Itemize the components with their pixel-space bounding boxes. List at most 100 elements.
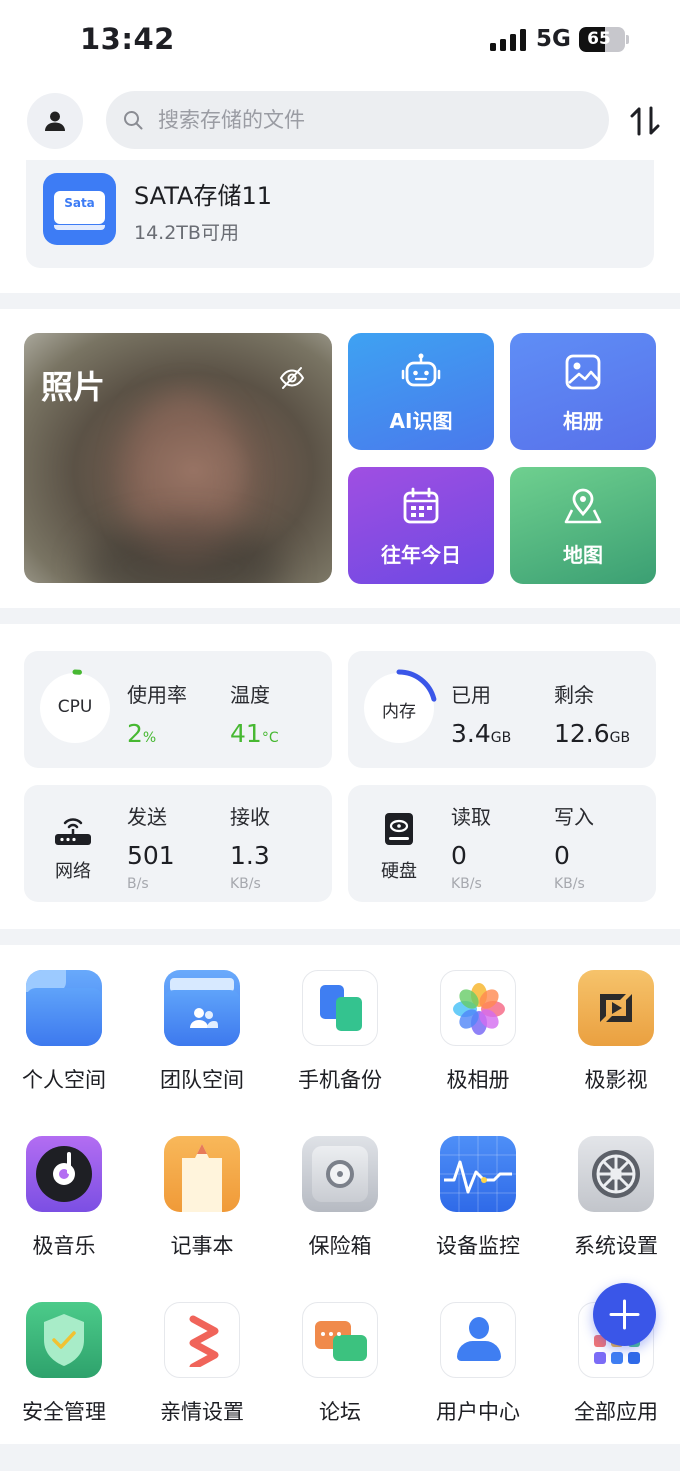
app-safe[interactable]: 保险箱	[280, 1136, 400, 1260]
app-name: 极音乐	[32, 1234, 96, 1258]
app-forum[interactable]: 论坛	[280, 1302, 400, 1426]
memory-free-unit: GB	[609, 730, 631, 746]
calendar-icon	[403, 487, 439, 524]
network-side: 网络	[52, 813, 94, 883]
memory-free-value: 12.6	[554, 719, 610, 748]
app-name: 手机备份	[298, 1068, 382, 1092]
memory-gauge: 内存	[360, 669, 438, 747]
disk-read-value: 0	[451, 841, 467, 870]
add-fab-button[interactable]	[593, 1283, 656, 1346]
status-bar: 13:42 5G 65	[0, 0, 680, 80]
app-ji-album[interactable]: 极相册	[418, 970, 538, 1094]
tile-label: 相册	[563, 409, 603, 433]
cpu-gauge: CPU	[36, 669, 114, 747]
app-user-center[interactable]: 用户中心	[418, 1302, 538, 1426]
user-icon	[440, 1302, 516, 1378]
app-name: 亲情设置	[160, 1400, 244, 1424]
cpu-usage-unit: %	[142, 730, 157, 746]
tile-label: AI识图	[389, 409, 453, 433]
notepad-icon	[164, 1136, 240, 1212]
app-ji-video[interactable]: 极影视	[556, 970, 676, 1094]
search-icon	[124, 111, 143, 130]
app-name: 用户中心	[436, 1400, 520, 1424]
app-phone-backup[interactable]: 手机备份	[280, 970, 400, 1094]
memory-free-label: 剩余	[554, 683, 594, 707]
music-icon	[26, 1136, 102, 1212]
disk-read-label: 读取	[451, 805, 491, 829]
app-name: 论坛	[319, 1400, 361, 1424]
image-icon	[565, 354, 601, 390]
memory-used-label: 已用	[451, 683, 491, 707]
disk-label: 硬盘	[381, 861, 417, 882]
tile-on-this-day[interactable]: 往年今日	[348, 467, 494, 584]
team-folder-icon	[164, 970, 240, 1046]
disk-side: 硬盘	[378, 811, 420, 883]
tile-label: 地图	[563, 543, 603, 567]
app-name: 记事本	[170, 1234, 234, 1258]
app-name: 系统设置	[574, 1234, 658, 1258]
app-personal-space[interactable]: 个人空间	[4, 970, 124, 1094]
phone-backup-icon	[302, 970, 378, 1046]
section-divider	[0, 608, 680, 624]
app-team-space[interactable]: 团队空间	[142, 970, 262, 1094]
photos-title: 照片	[41, 368, 106, 406]
disk-write-value: 0	[554, 841, 570, 870]
plus-icon	[609, 1299, 640, 1330]
storage-name: SATA存储11	[134, 182, 272, 210]
app-name: 极影视	[584, 1068, 648, 1092]
disk-read-unit: KB/s	[451, 876, 482, 892]
cpu-card[interactable]: CPU 使用率 2% 温度 41°C	[24, 651, 332, 768]
tile-map[interactable]: 地图	[510, 467, 656, 584]
network-send-value: 501	[127, 841, 175, 870]
network-send-label: 发送	[127, 805, 167, 829]
memory-card[interactable]: 内存 已用 3.4GB 剩余 12.6GB	[348, 651, 656, 768]
person-icon	[45, 111, 65, 131]
sort-icon[interactable]	[628, 104, 662, 138]
tile-ai-recognition[interactable]: AI识图	[348, 333, 494, 450]
app-family-settings[interactable]: 亲情设置	[142, 1302, 262, 1426]
network-send-unit: B/s	[127, 876, 149, 892]
app-name: 全部应用	[574, 1400, 658, 1424]
storage-card[interactable]: Sata SATA存储11 14.2TB可用	[26, 160, 654, 268]
shield-icon	[26, 1302, 102, 1378]
status-time: 13:42	[80, 22, 175, 56]
search-bar[interactable]	[106, 91, 609, 149]
app-name: 极相册	[446, 1068, 510, 1092]
app-notepad[interactable]: 记事本	[142, 1136, 262, 1260]
flower-icon	[440, 970, 516, 1046]
section-divider	[0, 929, 680, 945]
settings-gear-icon	[578, 1136, 654, 1212]
bottom-divider	[0, 1444, 680, 1471]
battery-tip	[626, 35, 629, 44]
app-name: 个人空间	[22, 1068, 106, 1092]
signal-icon	[490, 29, 526, 51]
battery-icon: 65	[579, 27, 625, 52]
memory-label: 内存	[382, 702, 416, 722]
tile-label: 往年今日	[381, 543, 461, 567]
app-name: 保险箱	[308, 1234, 372, 1258]
app-ji-music[interactable]: 极音乐	[4, 1136, 124, 1260]
family-icon	[164, 1302, 240, 1378]
cpu-usage-value: 2	[127, 719, 143, 748]
cpu-temp-value: 41	[230, 719, 262, 748]
memory-used-value: 3.4	[451, 719, 491, 748]
photos-card[interactable]: 照片	[24, 333, 332, 583]
cpu-temp-unit: °C	[261, 730, 279, 746]
disk-write-unit: KB/s	[554, 876, 585, 892]
hard-drive-icon	[385, 813, 413, 845]
monitor-chart-icon	[440, 1136, 516, 1212]
tile-album[interactable]: 相册	[510, 333, 656, 450]
eye-off-icon[interactable]	[278, 364, 306, 392]
app-security[interactable]: 安全管理	[4, 1302, 124, 1426]
router-icon	[55, 818, 91, 845]
disk-card[interactable]: 硬盘 读取 0 KB/s 写入 0 KB/s	[348, 785, 656, 902]
network-card[interactable]: 网络 发送 501 B/s 接收 1.3 KB/s	[24, 785, 332, 902]
battery-percent: 65	[587, 29, 611, 49]
app-device-monitor[interactable]: 设备监控	[418, 1136, 538, 1260]
sata-badge: Sata	[64, 196, 95, 210]
profile-button[interactable]	[27, 93, 83, 149]
memory-used-unit: GB	[490, 730, 512, 746]
app-system-settings[interactable]: 系统设置	[556, 1136, 676, 1260]
search-input[interactable]	[158, 108, 578, 132]
network-label: 网络	[55, 861, 91, 882]
